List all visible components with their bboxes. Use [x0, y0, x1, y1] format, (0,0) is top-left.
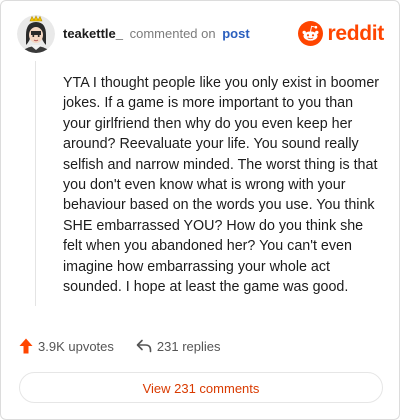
- reply-count: 231 replies: [156, 338, 221, 354]
- comment-stats: 3.9K upvotes 231 replies: [19, 338, 221, 354]
- upvote-stat[interactable]: 3.9K upvotes: [19, 338, 114, 354]
- upvote-count: 3.9K upvotes: [38, 338, 114, 354]
- reply-stat[interactable]: 231 replies: [136, 339, 221, 354]
- reddit-logo[interactable]: reddit: [298, 21, 384, 46]
- comment-body: YTA I thought people like you only exist…: [63, 75, 380, 296]
- action-text: commented on: [129, 26, 216, 41]
- comment-card: teakettle_ commented on post reddit YTA …: [0, 0, 400, 420]
- upvote-arrow-icon: [19, 338, 33, 354]
- reddit-wordmark: reddit: [327, 21, 384, 45]
- avatar[interactable]: [17, 15, 55, 53]
- view-comments-button[interactable]: View 231 comments: [19, 372, 383, 403]
- reddit-alien-icon: [298, 21, 324, 46]
- reply-arrow-icon: [136, 339, 152, 353]
- thread-line: [35, 61, 36, 306]
- comment-header: teakettle_ commented on post: [63, 26, 250, 42]
- username-link[interactable]: teakettle_: [63, 26, 123, 41]
- avatar-image: [17, 15, 55, 53]
- post-link[interactable]: post: [222, 26, 249, 41]
